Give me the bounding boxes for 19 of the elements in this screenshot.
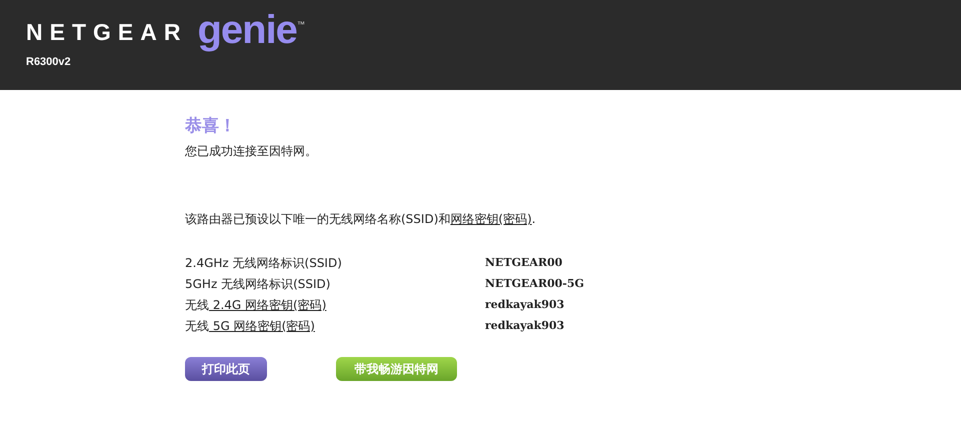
intro-sentence: 该路由器已预设以下唯一的无线网络名称(SSID)和网络密钥(密码). (185, 211, 536, 228)
connected-message: 您已成功连接至因特网。 (185, 143, 317, 160)
network-key-link[interactable]: 2.4G 网络密钥(密码) (209, 298, 326, 312)
model-name: R6300v2 (26, 56, 71, 68)
print-button[interactable]: 打印此页 (185, 357, 267, 381)
brand-logo-text: NETGEAR (26, 19, 188, 46)
network-key-value: redkayak903 (485, 298, 564, 311)
network-key-label: 无线 5G 网络密钥(密码) (185, 319, 315, 333)
ssid-label: 2.4GHz 无线网络标识(SSID) (185, 256, 342, 270)
network-key-link[interactable]: 网络密钥(密码) (450, 212, 532, 226)
network-key-link[interactable]: 5G 网络密钥(密码) (209, 319, 315, 333)
network-key-label: 无线 2.4G 网络密钥(密码) (185, 298, 326, 312)
congratulations-title: 恭喜！ (185, 115, 236, 137)
product-logo-text: genie (197, 10, 297, 50)
network-key-value: redkayak903 (485, 319, 564, 332)
ssid-value: NETGEAR00-5G (485, 277, 584, 290)
ssid-label: 5GHz 无线网络标识(SSID) (185, 277, 330, 291)
trademark-mark: ™ (296, 20, 305, 29)
ssid-value: NETGEAR00 (485, 256, 562, 269)
